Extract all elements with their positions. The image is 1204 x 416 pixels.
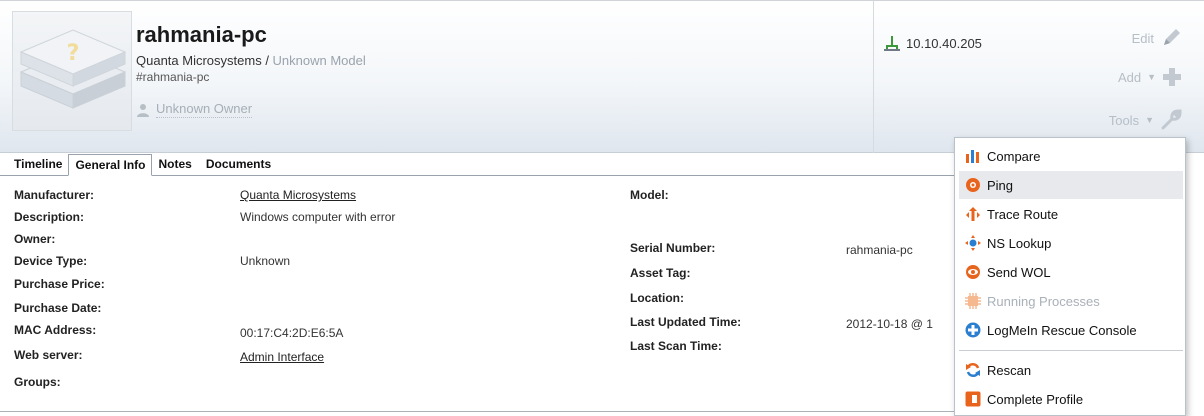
- device-tag: #rahmania-pc: [136, 70, 210, 84]
- menu-item-ping[interactable]: Ping: [959, 171, 1183, 199]
- panel-bottom-border: [0, 411, 960, 412]
- menu-item-compare[interactable]: Compare: [959, 142, 1183, 170]
- menu-item-label: Ping: [987, 177, 1014, 193]
- menu-item-label: Rescan: [987, 362, 1032, 378]
- label-web-server: Web server:: [14, 348, 83, 362]
- tab-timeline[interactable]: Timeline: [0, 153, 68, 175]
- menu-item-label: Compare: [987, 148, 1041, 164]
- ip-address: 10.10.40.205: [884, 35, 982, 51]
- model-link[interactable]: Unknown Model: [273, 53, 366, 68]
- menu-item-label: Send WOL: [987, 264, 1051, 280]
- svg-text:?: ?: [67, 41, 80, 66]
- label-description: Description:: [14, 210, 85, 224]
- label-mac-address: MAC Address:: [14, 323, 97, 337]
- complete-profile-icon: [965, 391, 981, 407]
- label-last-updated-time: Last Updated Time:: [630, 315, 742, 329]
- person-icon: [137, 103, 149, 117]
- subtitle-separator: /: [261, 53, 273, 68]
- running-processes-icon: [965, 293, 981, 309]
- manufacturer-text: Quanta Microsystems: [136, 53, 262, 68]
- unknown-device-icon: ?: [19, 29, 127, 109]
- ping-icon: [966, 178, 980, 192]
- label-model: Model:: [630, 188, 669, 202]
- send-wol-icon: [966, 265, 980, 279]
- tools-button[interactable]: Tools ▼: [1109, 109, 1182, 131]
- value-last-updated-time: 2012-10-18 @ 1: [846, 317, 933, 331]
- wrench-icon: [1161, 109, 1182, 130]
- value-serial-number: rahmania-pc: [846, 243, 913, 257]
- menu-item-send-wol[interactable]: Send WOL: [959, 258, 1183, 286]
- owner-text: Unknown Owner: [156, 101, 253, 118]
- menu-item-trace-route[interactable]: Trace Route: [959, 200, 1183, 228]
- menu-item-rescan[interactable]: Rescan: [959, 356, 1183, 384]
- device-name: rahmania-pc: [136, 22, 267, 47]
- edit-label: Edit: [1131, 30, 1154, 46]
- menu-item-label: Trace Route: [987, 206, 1059, 222]
- label-location: Location:: [630, 291, 684, 305]
- menu-item-complete-profile[interactable]: Complete Profile: [959, 385, 1183, 413]
- add-label: Add: [1117, 69, 1142, 85]
- chevron-down-icon: ▼: [1147, 72, 1156, 82]
- value-device-type: Unknown: [240, 254, 291, 268]
- chevron-down-icon: ▼: [1145, 115, 1154, 125]
- device-thumbnail: ?: [12, 11, 132, 131]
- owner-link[interactable]: Unknown Owner: [136, 101, 253, 118]
- label-owner: Owner:: [14, 232, 56, 246]
- manufacturer-link[interactable]: Quanta Microsystems: [240, 184, 356, 206]
- device-header: ? rahmania-pc Quanta Microsystems / Unkn…: [0, 0, 1204, 153]
- ip-address-text: 10.10.40.205: [906, 35, 982, 51]
- label-groups: Groups:: [14, 375, 61, 389]
- label-purchase-date: Purchase Date:: [14, 301, 102, 315]
- label-serial-number: Serial Number:: [630, 241, 716, 255]
- menu-item-label: Running Processes: [987, 293, 1100, 309]
- pencil-icon: [1164, 29, 1180, 45]
- edit-button[interactable]: Edit: [1132, 27, 1182, 49]
- web-server-link[interactable]: Admin Interface: [240, 346, 324, 368]
- menu-item-logmein-rescue-console[interactable]: LogMeIn Rescue Console: [959, 316, 1183, 344]
- label-device-type: Device Type:: [14, 254, 88, 268]
- plus-icon: [1163, 68, 1181, 86]
- tab-general-info[interactable]: General Info: [68, 154, 153, 176]
- device-subtitle: Quanta Microsystems / Unknown Model: [136, 53, 366, 69]
- add-button[interactable]: Add ▼: [1118, 67, 1182, 87]
- menu-item-running-processes: Running Processes: [959, 287, 1183, 315]
- menu-item-ns-lookup[interactable]: NS Lookup: [959, 229, 1183, 257]
- menu-item-label: Complete Profile: [987, 391, 1084, 407]
- trace-route-icon: [966, 207, 980, 221]
- header-divider: [873, 1, 874, 153]
- tab-notes[interactable]: Notes: [152, 153, 197, 175]
- value-mac-address: 00:17:C4:2D:E6:5A: [240, 326, 344, 340]
- tools-label: Tools: [1108, 112, 1140, 128]
- label-asset-tag: Asset Tag:: [630, 266, 691, 280]
- label-last-scan-time: Last Scan Time:: [630, 339, 722, 353]
- network-icon: [884, 36, 900, 51]
- menu-separator: [959, 350, 1183, 351]
- label-purchase-price: Purchase Price:: [14, 277, 105, 291]
- value-description: Windows computer with error: [240, 210, 396, 224]
- compare-icon: [966, 150, 979, 163]
- tab-bar: Timeline General Info Notes Documents: [0, 153, 960, 176]
- logmein-icon: [965, 322, 981, 338]
- ns-lookup-icon: [965, 235, 981, 251]
- tools-menu: Compare Ping Trace Route NS Lookup Send …: [954, 137, 1186, 416]
- label-manufacturer: Manufacturer:: [14, 188, 95, 202]
- tab-documents[interactable]: Documents: [198, 153, 277, 175]
- rescan-icon: [966, 362, 980, 378]
- menu-item-label: NS Lookup: [987, 235, 1052, 251]
- menu-item-label: LogMeIn Rescue Console: [987, 322, 1137, 338]
